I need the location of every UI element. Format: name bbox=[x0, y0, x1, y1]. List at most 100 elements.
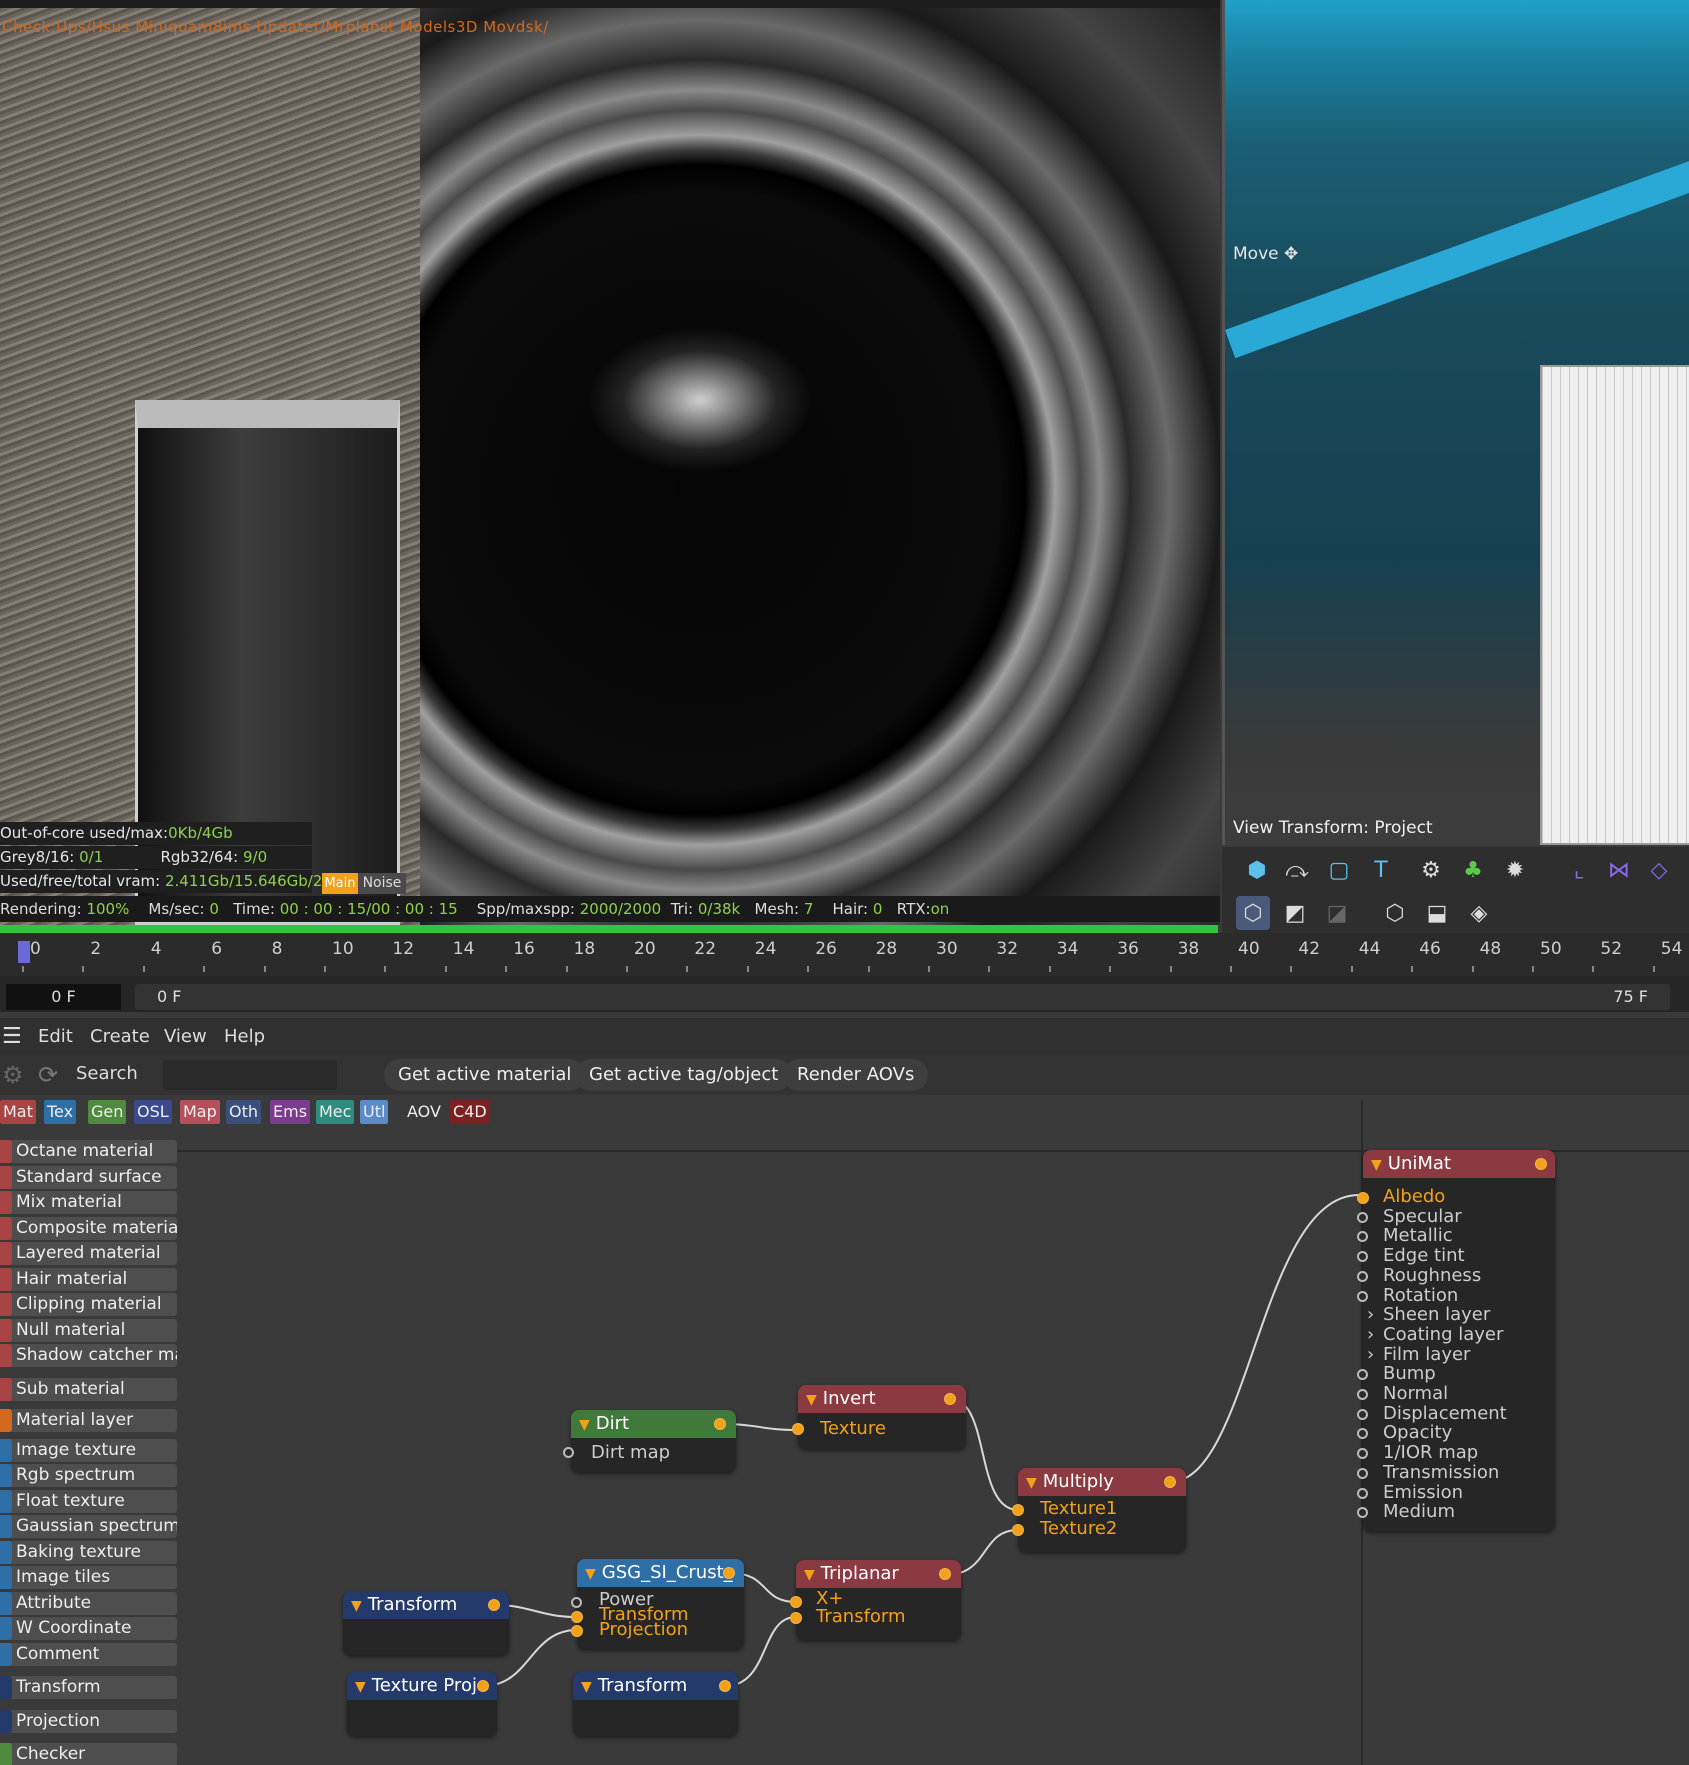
multiply-node-title[interactable]: Multiply bbox=[1018, 1468, 1186, 1496]
axis-icon[interactable]: ⌞ bbox=[1562, 853, 1596, 887]
library-item-image-texture[interactable]: Image texture bbox=[0, 1438, 177, 1462]
unimat-emission-port[interactable] bbox=[1357, 1487, 1368, 1499]
search-input[interactable] bbox=[163, 1060, 337, 1090]
library-item-clipping-material[interactable]: Clipping material bbox=[0, 1293, 177, 1316]
multiply-output-port[interactable] bbox=[1164, 1476, 1176, 1488]
texture-projection-node-title[interactable]: Texture Proj bbox=[347, 1672, 497, 1700]
triplanar-xplus-port[interactable] bbox=[790, 1596, 802, 1608]
library-item-shadow-catcher-mat[interactable]: Shadow catcher mat bbox=[0, 1344, 177, 1367]
frame-range-slider[interactable]: 0 F 75 F bbox=[135, 984, 1670, 1010]
unimat-edge-tint-port[interactable] bbox=[1357, 1251, 1368, 1263]
category-osl[interactable]: OSL bbox=[134, 1100, 172, 1124]
hexagon-icon[interactable]: ⬡ bbox=[1378, 896, 1412, 930]
wire-cube-icon[interactable]: ◩ bbox=[1278, 896, 1312, 930]
transform-node-1-title[interactable]: Transform bbox=[343, 1591, 509, 1619]
cube-half-icon[interactable]: ⬓ bbox=[1420, 896, 1454, 930]
transform-node-2[interactable]: Transform bbox=[573, 1672, 738, 1736]
library-item-checker[interactable]: Checker bbox=[0, 1743, 177, 1765]
cube-icon[interactable]: ⬢ bbox=[1240, 853, 1274, 887]
refresh-icon[interactable]: ⟳ bbox=[38, 1061, 58, 1089]
library-item-baking-texture[interactable]: Baking texture bbox=[0, 1540, 177, 1564]
unimat-node-title[interactable]: UniMat bbox=[1363, 1150, 1555, 1178]
camera-gear-icon[interactable]: ⚙ bbox=[1414, 853, 1448, 887]
mirror-icon[interactable]: ⋈ bbox=[1602, 853, 1636, 887]
invert-node-title[interactable]: Invert bbox=[798, 1385, 966, 1413]
bend-icon[interactable]: ⤼ bbox=[1280, 853, 1314, 887]
library-item-standard-surface[interactable]: Standard surface bbox=[0, 1165, 177, 1189]
triplanar-output-port[interactable] bbox=[939, 1568, 951, 1580]
move-tool-label[interactable]: Move ✥ bbox=[1233, 244, 1298, 264]
multiply-texture1-port[interactable] bbox=[1012, 1504, 1024, 1516]
unimat-node[interactable]: UniMat AlbedoSpecularMetallicEdge tintRo… bbox=[1357, 1150, 1555, 1531]
menu-help[interactable]: Help bbox=[224, 1018, 265, 1055]
library-item-float-texture[interactable]: Float texture bbox=[0, 1489, 177, 1513]
library-item-attribute[interactable]: Attribute bbox=[0, 1591, 177, 1615]
invert-texture-port[interactable] bbox=[792, 1423, 804, 1435]
unimat-opacity-port[interactable] bbox=[1357, 1428, 1368, 1440]
transform-node-1[interactable]: Transform bbox=[343, 1591, 509, 1655]
dirt-node[interactable]: Dirt Dirt map bbox=[563, 1410, 736, 1472]
library-item-null-material[interactable]: Null material bbox=[0, 1318, 177, 1342]
category-map[interactable]: Map bbox=[180, 1100, 220, 1124]
library-item-image-tiles[interactable]: Image tiles bbox=[0, 1566, 177, 1589]
shape-icon[interactable]: ◇ bbox=[1642, 853, 1676, 887]
gsg-power-port[interactable] bbox=[571, 1597, 582, 1608]
multiply-node[interactable]: Multiply Texture1 Texture2 bbox=[1012, 1468, 1186, 1552]
grey-square-icon[interactable]: ◪ bbox=[1320, 896, 1354, 930]
expand-chevron-icon[interactable]: › bbox=[1367, 1344, 1374, 1365]
library-item-gaussian-spectrum[interactable]: Gaussian spectrum bbox=[0, 1515, 177, 1538]
gear-light-icon[interactable]: ✹ bbox=[1498, 853, 1532, 887]
category-gen[interactable]: Gen bbox=[88, 1100, 127, 1124]
library-item-layered-material[interactable]: Layered material bbox=[0, 1242, 177, 1265]
texture-projection-output-port[interactable] bbox=[477, 1680, 489, 1692]
green-cubes-icon[interactable]: ♣ bbox=[1456, 853, 1490, 887]
category-tex[interactable]: Tex bbox=[44, 1100, 77, 1124]
unimat-output-port[interactable] bbox=[1535, 1158, 1547, 1170]
unimat-roughness-port[interactable] bbox=[1357, 1270, 1368, 1282]
noise-pass-button[interactable]: Noise bbox=[358, 873, 406, 894]
menu-edit[interactable]: Edit bbox=[38, 1018, 73, 1055]
get-active-tag-object-button[interactable]: Get active tag/object bbox=[575, 1059, 793, 1091]
gsg-node-title[interactable]: GSG_SI_Crust_ bbox=[577, 1559, 744, 1587]
library-item-rgb-spectrum[interactable]: Rgb spectrum bbox=[0, 1464, 177, 1487]
unimat-normal-port[interactable] bbox=[1357, 1389, 1368, 1400]
text-icon[interactable]: T bbox=[1364, 853, 1398, 887]
gear-icon[interactable]: ⚙ bbox=[2, 1061, 24, 1089]
unimat-albedo-port[interactable] bbox=[1357, 1192, 1369, 1204]
library-item-w-coordinate[interactable]: W Coordinate bbox=[0, 1617, 177, 1640]
category-utl[interactable]: Utl bbox=[360, 1100, 389, 1124]
dirt-map-port[interactable] bbox=[563, 1447, 574, 1458]
unimat-bump-port[interactable] bbox=[1357, 1369, 1368, 1381]
category-oth[interactable]: Oth bbox=[226, 1100, 262, 1124]
transform-node-1-output-port[interactable] bbox=[488, 1599, 500, 1611]
texture-projection-node[interactable]: Texture Proj bbox=[347, 1672, 497, 1736]
library-item-comment[interactable]: Comment bbox=[0, 1642, 177, 1666]
transform-node-2-output-port[interactable] bbox=[719, 1680, 731, 1692]
menu-create[interactable]: Create bbox=[90, 1018, 150, 1055]
unimat-1-ior-map-port[interactable] bbox=[1357, 1448, 1368, 1460]
render-viewport[interactable]: Check:Ups/Hsus Miniquam8ims Updatet/Mrpl… bbox=[0, 0, 1220, 925]
category-mec[interactable]: Mec bbox=[316, 1100, 355, 1124]
library-item-octane-material[interactable]: Octane material bbox=[0, 1140, 177, 1163]
library-item-mix-material[interactable]: Mix material bbox=[0, 1191, 177, 1214]
library-item-projection[interactable]: Projection bbox=[0, 1709, 177, 1733]
gsg-projection-port[interactable] bbox=[571, 1625, 583, 1637]
unimat-medium-port[interactable] bbox=[1357, 1507, 1368, 1519]
category-mat[interactable]: Mat bbox=[0, 1100, 36, 1124]
unimat-rotation-port[interactable] bbox=[1357, 1290, 1368, 1302]
category-c4d[interactable]: C4D bbox=[450, 1100, 490, 1124]
unimat-metallic-port[interactable] bbox=[1357, 1231, 1368, 1243]
gsg-output-port[interactable] bbox=[723, 1567, 735, 1579]
transform-node-2-title[interactable]: Transform bbox=[573, 1672, 738, 1700]
invert-output-port[interactable] bbox=[944, 1393, 956, 1405]
cube-outline-icon[interactable]: ◈ bbox=[1462, 896, 1496, 930]
dirt-output-port[interactable] bbox=[714, 1418, 726, 1430]
render-aovs-button[interactable]: Render AOVs bbox=[783, 1059, 929, 1091]
playhead[interactable] bbox=[18, 941, 30, 963]
shaded-cube-icon[interactable]: ⬡ bbox=[1236, 896, 1270, 930]
triplanar-transform-port[interactable] bbox=[790, 1612, 802, 1624]
dirt-node-title[interactable]: Dirt bbox=[571, 1410, 736, 1438]
expand-chevron-icon[interactable]: › bbox=[1367, 1304, 1374, 1325]
3d-viewport[interactable]: Move ✥ View Transform: Project bbox=[1222, 0, 1689, 845]
multiply-texture2-port[interactable] bbox=[1012, 1524, 1024, 1536]
